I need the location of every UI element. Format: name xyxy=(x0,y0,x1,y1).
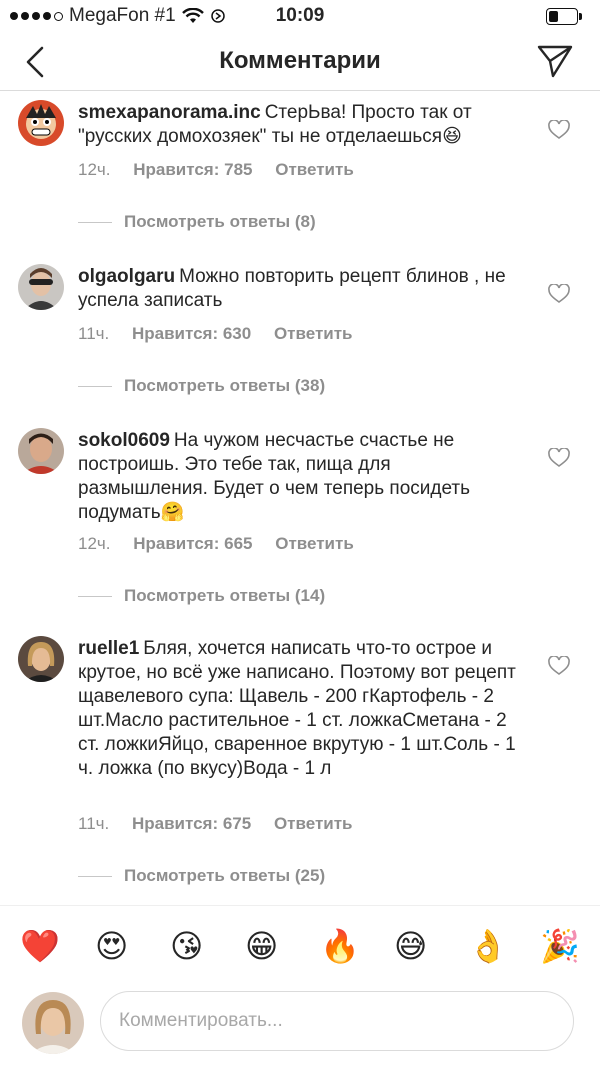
replies-divider xyxy=(78,221,112,223)
like-heart-icon[interactable] xyxy=(548,656,570,676)
comment-time: 11ч. xyxy=(78,814,110,833)
comment-time: 12ч. xyxy=(78,534,111,553)
current-user-avatar xyxy=(22,992,84,1054)
avatar[interactable] xyxy=(18,428,64,474)
reply-button[interactable]: Ответить xyxy=(275,160,354,179)
comment-username[interactable]: olgaolgaru xyxy=(78,266,175,287)
page-title: Комментарии xyxy=(219,47,381,74)
replies-divider xyxy=(78,595,112,597)
comment-time: 11ч. xyxy=(78,324,110,343)
view-replies-label: Посмотреть ответы (25) xyxy=(124,866,326,885)
comment-likes[interactable]: Нравится: 665 xyxy=(133,534,252,553)
comment-username[interactable]: sokol0609 xyxy=(78,430,170,451)
reaction-party-popper-button[interactable]: 🎉 xyxy=(540,928,580,964)
reply-button[interactable]: Ответить xyxy=(274,814,353,833)
avatar[interactable] xyxy=(18,264,64,310)
comment-text: ruelle1 Бляя, хочется написать что-то ост… xyxy=(78,637,518,781)
comment-username[interactable]: ruelle1 xyxy=(78,638,139,659)
comment-meta: 11ч. Нравится: 630 Ответить xyxy=(78,324,371,344)
battery-icon xyxy=(546,8,582,25)
reaction-sweat-smile-button[interactable]: 😅 xyxy=(394,928,427,964)
view-replies-button[interactable]: Посмотреть ответы (38) xyxy=(78,376,325,396)
direct-send-icon[interactable] xyxy=(536,42,574,80)
reaction-grin-button[interactable]: 😁 xyxy=(245,928,278,964)
comment-meta: 12ч. Нравится: 665 Ответить xyxy=(78,534,372,554)
comment-meta: 12ч. Нравится: 785 Ответить xyxy=(78,160,372,180)
comment-likes[interactable]: Нравится: 785 xyxy=(133,160,252,179)
view-replies-label: Посмотреть ответы (8) xyxy=(124,212,316,231)
quick-reactions-bar: ❤️ 😍 😘 😁 🔥 😅 👌 🎉 xyxy=(0,905,600,986)
reply-button[interactable]: Ответить xyxy=(274,324,353,343)
comment-body: Бляя, хочется написать что-то острое и к… xyxy=(78,638,516,779)
like-heart-icon[interactable] xyxy=(548,120,570,140)
comment-text: olgaolgaru Можно повторить рецепт блинов … xyxy=(78,265,518,313)
reaction-fire-button[interactable]: 🔥 xyxy=(320,928,360,964)
reaction-ok-hand-button[interactable]: 👌 xyxy=(468,928,508,964)
replies-divider xyxy=(78,385,112,387)
avatar[interactable] xyxy=(18,636,64,682)
replies-divider xyxy=(78,875,112,877)
comment-time: 12ч. xyxy=(78,160,111,179)
nav-bar: Комментарии xyxy=(0,34,600,91)
comment-text: smexapanorama.inc СтерЬва! Просто так от … xyxy=(78,101,518,149)
view-replies-label: Посмотреть ответы (38) xyxy=(124,376,326,395)
comment-username[interactable]: smexapanorama.inc xyxy=(78,102,261,123)
comment-composer xyxy=(0,985,600,1066)
comment-text: sokol0609 На чужом несчастье счастье не п… xyxy=(78,429,518,525)
status-time: 10:09 xyxy=(275,5,325,26)
comment-likes[interactable]: Нравится: 675 xyxy=(132,814,251,833)
like-heart-icon[interactable] xyxy=(548,284,570,304)
reaction-kiss-button[interactable]: 😘 xyxy=(170,928,203,964)
view-replies-button[interactable]: Посмотреть ответы (25) xyxy=(78,866,325,886)
view-replies-button[interactable]: Посмотреть ответы (8) xyxy=(78,212,316,232)
battery-level xyxy=(549,11,558,22)
view-replies-label: Посмотреть ответы (14) xyxy=(124,586,326,605)
comment-meta: 11ч. Нравится: 675 Ответить xyxy=(78,814,371,834)
comment-input[interactable] xyxy=(100,991,574,1051)
reaction-heart-button[interactable]: ❤️ xyxy=(20,928,60,964)
reply-button[interactable]: Ответить xyxy=(275,534,354,553)
comment-likes[interactable]: Нравится: 630 xyxy=(132,324,251,343)
avatar[interactable] xyxy=(18,100,64,146)
status-bar: MegaFon #1 10:09 xyxy=(0,0,600,34)
like-heart-icon[interactable] xyxy=(548,448,570,468)
reaction-heart-eyes-button[interactable]: 😍 xyxy=(95,928,128,964)
view-replies-button[interactable]: Посмотреть ответы (14) xyxy=(78,586,325,606)
